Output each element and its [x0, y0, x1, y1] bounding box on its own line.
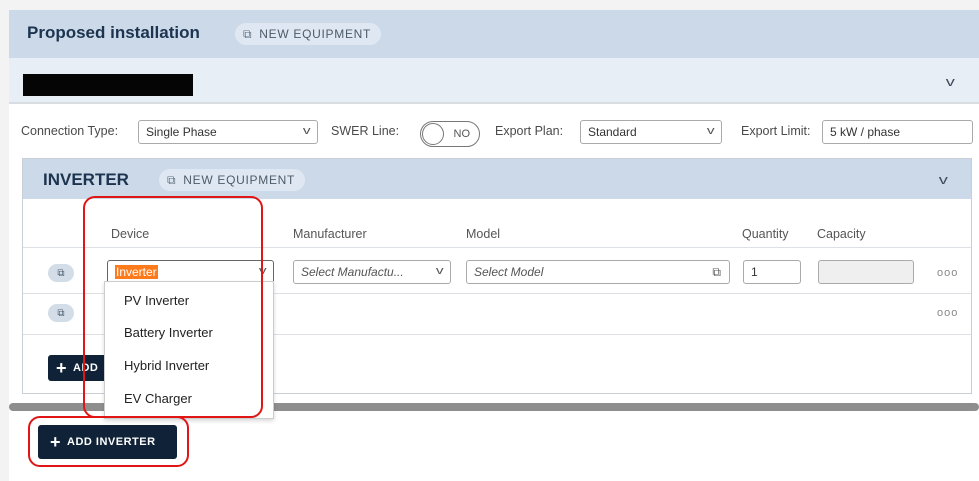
swer-line-label: SWER Line: — [331, 124, 400, 138]
copy-plus-icon: ⧉ — [167, 172, 177, 187]
export-limit-input[interactable]: 5 kW / phase — [822, 120, 973, 144]
copy-plus-icon: ⧉ — [57, 307, 65, 319]
divider — [9, 102, 979, 104]
plus-icon: + — [56, 358, 68, 378]
dropdown-option[interactable]: Hybrid Inverter — [124, 358, 209, 373]
export-limit-label: Export Limit: — [741, 124, 811, 138]
copy-plus-icon: ⧉ — [57, 267, 65, 279]
inverter-title: INVERTER — [43, 170, 129, 189]
toggle-state: NO — [453, 128, 471, 140]
copy-row-button[interactable]: ⧉ — [48, 264, 74, 282]
proposed-installation-header: Proposed installation ⧉ NEW EQUIPMENT — [9, 10, 979, 58]
page: Proposed installation ⧉ NEW EQUIPMENT v … — [9, 10, 979, 481]
column-header-model: Model — [466, 227, 501, 241]
column-header-capacity: Capacity — [817, 227, 866, 241]
column-header-quantity: Quantity — [742, 227, 789, 241]
export-plan-select[interactable]: Standard v — [580, 120, 722, 144]
model-select[interactable]: Select Model ⧉ — [466, 260, 730, 284]
inverter-header[interactable]: INVERTER ⧉ NEW EQUIPMENT v — [23, 159, 971, 199]
more-icon[interactable]: ooo — [937, 267, 958, 279]
page-title: Proposed installation — [27, 23, 200, 42]
plus-icon: + — [50, 432, 62, 452]
more-icon[interactable]: ooo — [937, 307, 958, 319]
chevron-down-icon: v — [435, 265, 444, 277]
copy-row-button[interactable]: ⧉ — [48, 304, 74, 322]
dropdown-option[interactable]: Battery Inverter — [124, 325, 213, 340]
copy-plus-icon: ⧉ — [243, 26, 253, 41]
swer-line-toggle[interactable]: NO — [420, 121, 480, 147]
export-plan-label: Export Plan: — [495, 124, 564, 138]
manufacturer-select[interactable]: Select Manufactu... v — [293, 260, 451, 284]
device-dropdown-menu: PV Inverter Battery Inverter Hybrid Inve… — [104, 281, 274, 419]
inverter-new-equipment-button[interactable]: ⧉ NEW EQUIPMENT — [159, 169, 306, 191]
toggle-knob — [422, 123, 444, 145]
new-equipment-button[interactable]: ⧉ NEW EQUIPMENT — [235, 23, 382, 45]
chevron-down-icon[interactable]: v — [946, 74, 955, 89]
chevron-down-icon: v — [302, 125, 311, 137]
column-header-manufacturer: Manufacturer — [293, 227, 367, 241]
dropdown-option[interactable]: EV Charger — [124, 391, 192, 406]
add-inverter-button[interactable]: + ADD INVERTER — [38, 425, 177, 459]
quantity-input[interactable]: 1 — [743, 260, 801, 284]
column-header-device: Device — [111, 227, 150, 241]
new-equipment-label: NEW EQUIPMENT — [259, 27, 372, 41]
capacity-input — [818, 260, 914, 284]
chevron-down-icon: v — [258, 265, 267, 277]
chevron-down-icon: v — [706, 125, 715, 137]
redacted-identifier — [23, 74, 193, 96]
external-link-icon[interactable]: ⧉ — [712, 265, 721, 280]
connection-type-label: Connection Type: — [21, 124, 119, 138]
chevron-down-icon[interactable]: v — [939, 172, 948, 187]
device-selected-value: Inverter — [115, 265, 158, 279]
connection-type-select[interactable]: Single Phase v — [138, 120, 318, 144]
row-divider — [23, 247, 971, 248]
dropdown-option[interactable]: PV Inverter — [124, 293, 189, 308]
